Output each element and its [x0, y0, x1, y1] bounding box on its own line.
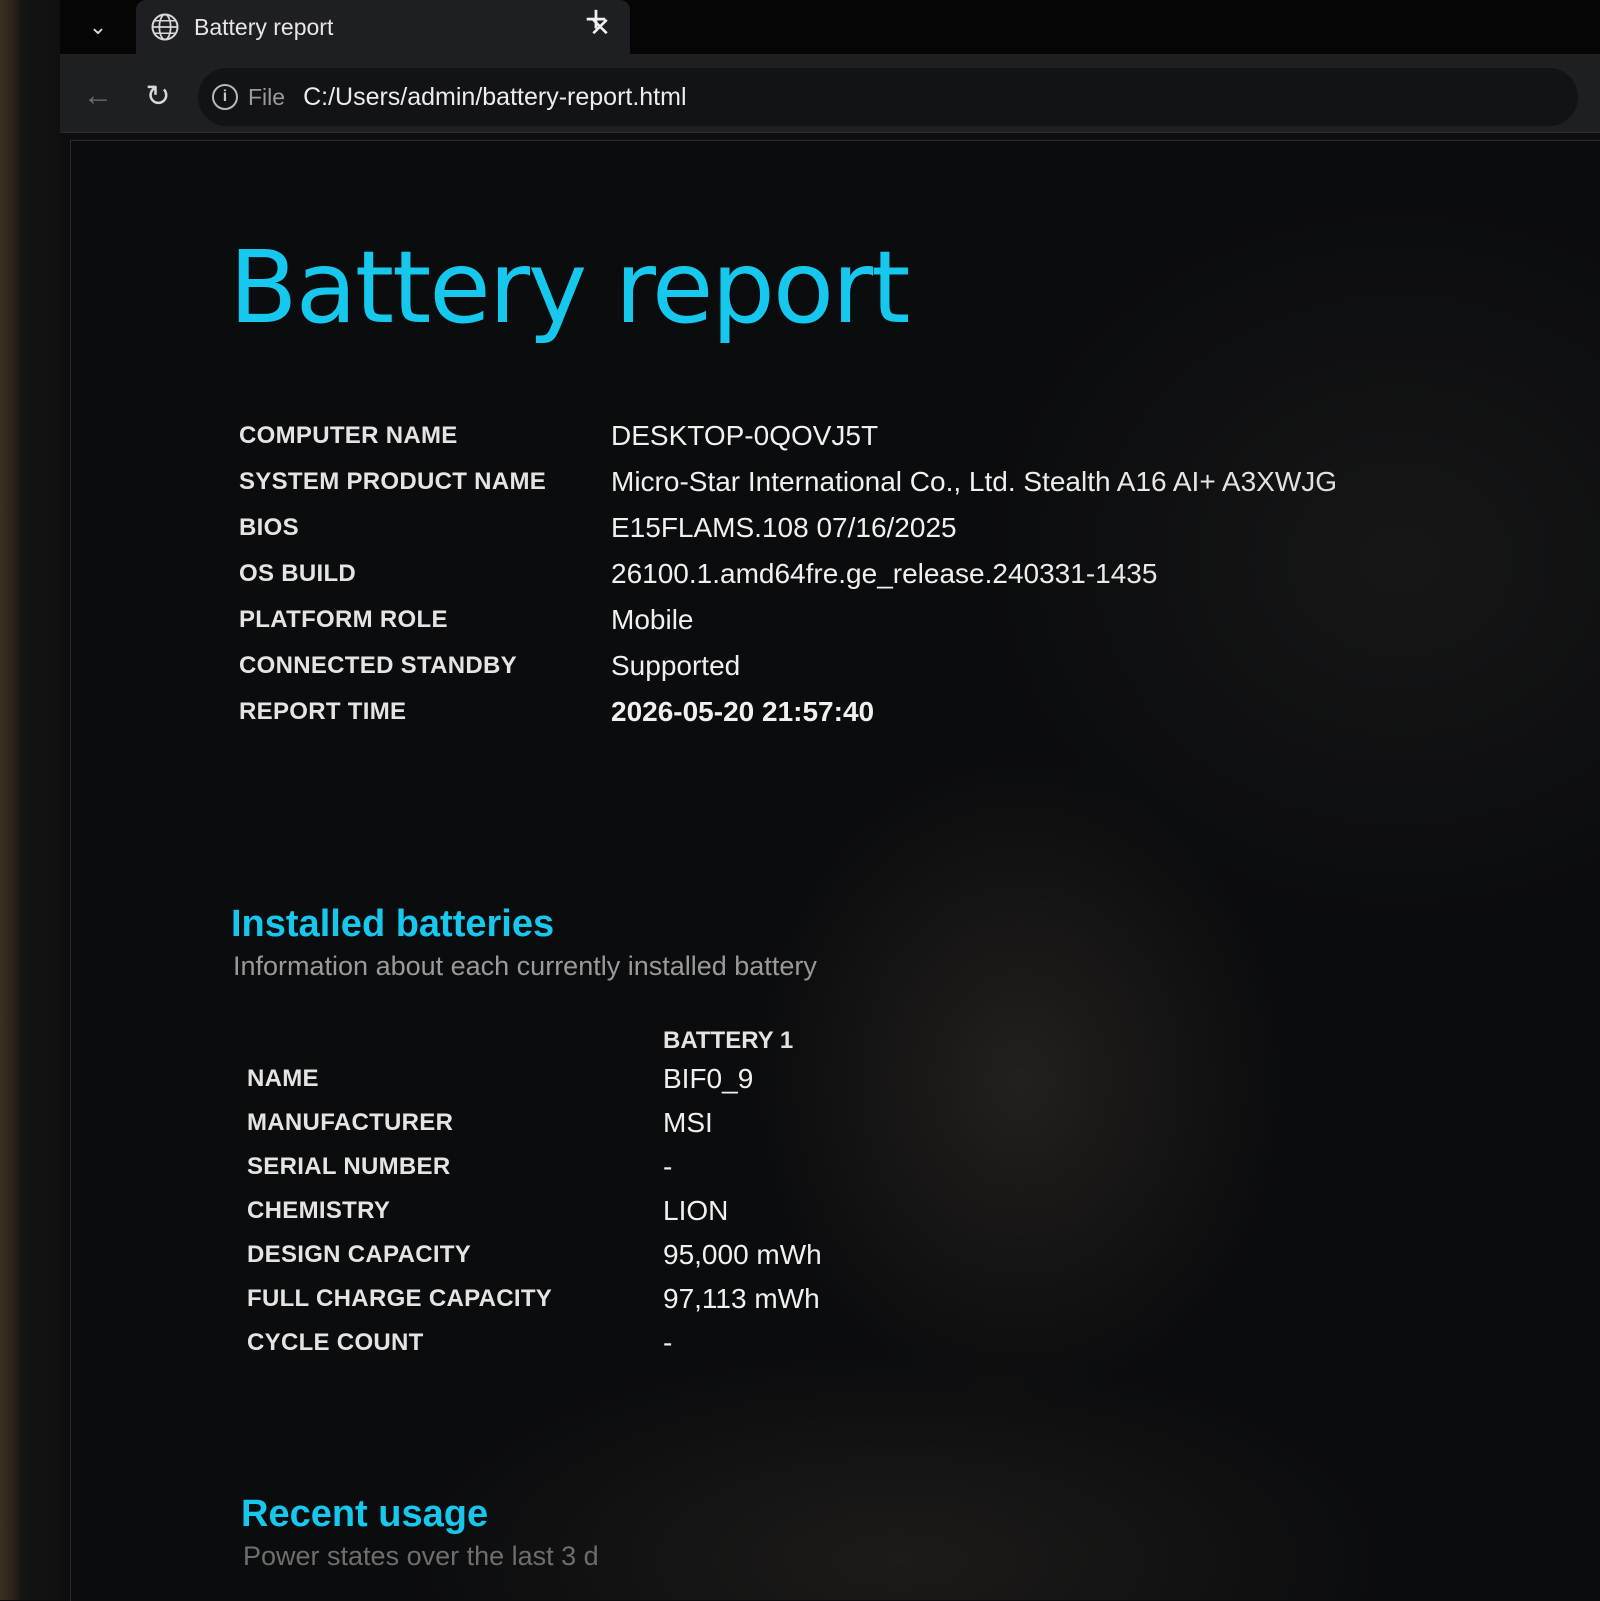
info-value: 26100.1.amd64fre.ge_release.240331-1435 [611, 558, 1158, 589]
page-content: Battery report COMPUTER NAME DESKTOP-0QO… [70, 140, 1600, 1601]
info-label: CONNECTED STANDBY [239, 652, 517, 679]
reload-icon: ↻ [145, 79, 171, 113]
recent-usage-heading: Recent usage [241, 1493, 489, 1535]
battery-value: - [663, 1151, 673, 1182]
browser-toolbar: ← ↻ i File C:/Users/admin/battery-report… [60, 54, 1600, 133]
page-title: Battery report [229, 229, 910, 346]
installed-batteries-heading: Installed batteries [231, 903, 555, 945]
battery-label: MANUFACTURER [247, 1109, 454, 1136]
browser-window: ⌄ Battery report ✕ + ← ↻ i File C:/Users… [60, 0, 1600, 1601]
tab-title: Battery report [194, 13, 334, 40]
info-label: BIOS [239, 514, 299, 541]
arrow-left-icon: ← [83, 79, 113, 112]
battery-label: CHEMISTRY [247, 1197, 391, 1224]
info-icon[interactable]: i [212, 84, 238, 110]
info-value: DESKTOP-0QOVJ5T [611, 420, 879, 451]
battery-value: LION [663, 1195, 729, 1226]
battery-label: NAME [247, 1065, 319, 1092]
address-bar[interactable]: i File C:/Users/admin/battery-report.htm… [198, 68, 1578, 126]
battery-value: MSI [663, 1107, 713, 1138]
tab-battery-report[interactable]: Battery report ✕ [136, 0, 630, 54]
system-info-table: COMPUTER NAME DESKTOP-0QOVJ5T SYSTEM PRO… [239, 413, 1337, 735]
battery-value: - [663, 1327, 673, 1358]
installed-batteries-subtitle: Information about each currently install… [233, 951, 817, 981]
new-tab-button[interactable]: + [572, 0, 620, 41]
reload-button[interactable]: ↻ [138, 76, 178, 116]
battery-value: BIF0_9 [663, 1063, 754, 1094]
url-scheme-label: File [248, 83, 286, 110]
info-label: REPORT TIME [239, 698, 407, 725]
tab-strip: ⌄ Battery report ✕ + [60, 0, 1600, 54]
battery-info-table: NAME BIF0_9 MANUFACTURER MSI SERIAL NUMB… [247, 1057, 822, 1365]
battery-label: FULL CHARGE CAPACITY [247, 1285, 553, 1312]
battery-label: SERIAL NUMBER [247, 1153, 451, 1180]
info-value: E15FLAMS.108 07/16/2025 [611, 512, 957, 543]
recent-usage-subtitle: Power states over the last 3 d [243, 1541, 599, 1571]
info-label: OS BUILD [239, 560, 357, 587]
battery-label: DESIGN CAPACITY [247, 1241, 472, 1268]
info-value: Micro-Star International Co., Ltd. Steal… [611, 466, 1338, 497]
battery-column-header: BATTERY 1 [663, 1027, 794, 1054]
chevron-down-icon: ⌄ [88, 14, 108, 39]
back-button[interactable]: ← [78, 76, 118, 116]
globe-icon [151, 13, 179, 41]
info-value: Supported [611, 650, 741, 681]
battery-value: 97,113 mWh [663, 1283, 820, 1314]
info-label: SYSTEM PRODUCT NAME [239, 468, 547, 495]
tab-search-menu-button[interactable]: ⌄ [74, 4, 122, 50]
info-value: Mobile [611, 604, 694, 635]
info-value: 2026-05-20 21:57:40 [611, 696, 875, 727]
battery-value: 95,000 mWh [663, 1239, 822, 1270]
info-label: COMPUTER NAME [239, 422, 458, 449]
info-label: PLATFORM ROLE [239, 606, 448, 633]
battery-label: CYCLE COUNT [247, 1329, 424, 1356]
url-text[interactable]: C:/Users/admin/battery-report.html [303, 83, 686, 112]
plus-icon: + [584, 0, 608, 41]
